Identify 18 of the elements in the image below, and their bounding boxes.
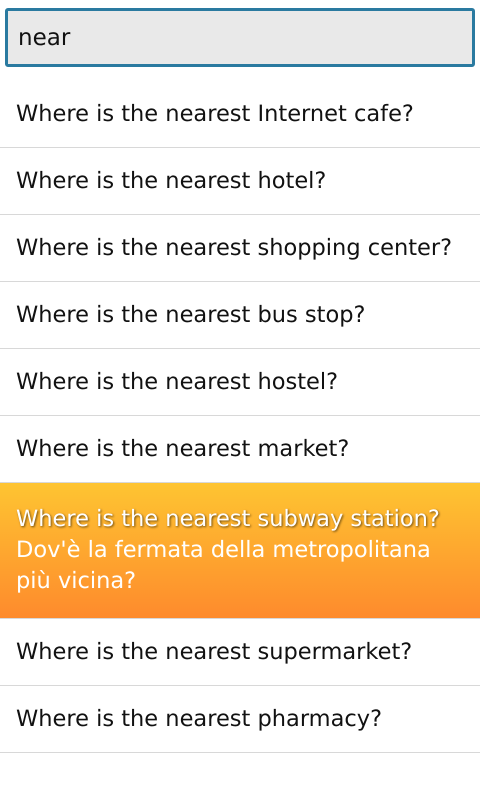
- phrase-item[interactable]: Where is the nearest hostel?: [0, 349, 480, 416]
- phrase-text: Where is the nearest hotel?: [16, 166, 328, 196]
- phrase-item[interactable]: Where is the nearest Internet cafe?: [0, 81, 480, 148]
- phrase-text: Where is the nearest hostel?: [16, 368, 340, 396]
- phrase-text: Where is the nearest Internet cafe?: [16, 100, 415, 128]
- phrase-text: Where is the nearest pharmacy?: [16, 704, 384, 734]
- phrase-item[interactable]: Where is the nearest supermarket?: [0, 619, 480, 686]
- phrase-text: Where is the nearest shopping center?: [16, 234, 454, 262]
- phrase-item[interactable]: Where is the nearest hotel?: [0, 148, 480, 215]
- phrase-text: Where is the nearest market?: [16, 434, 350, 464]
- phrase-text: Where is the nearest bus stop?: [16, 300, 366, 330]
- phrase-item[interactable]: Where is the nearest bus stop?: [0, 282, 480, 349]
- phrase-text: Where is the nearest subway station?: [16, 505, 441, 534]
- search-field[interactable]: near: [5, 8, 475, 67]
- translation-text: Dov'è la fermata della metropolitana più vicina?: [16, 536, 432, 596]
- phrase-text: Where is the nearest supermarket?: [16, 638, 414, 666]
- phrase-item[interactable]: Where is the nearest pharmacy?: [0, 686, 480, 753]
- phrase-item[interactable]: Where is the nearest shopping center?: [0, 215, 480, 282]
